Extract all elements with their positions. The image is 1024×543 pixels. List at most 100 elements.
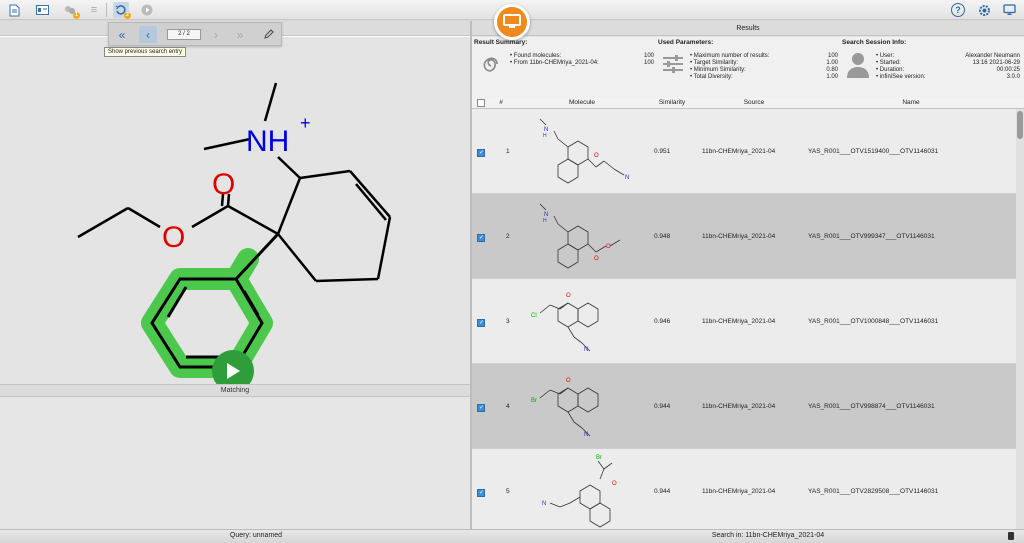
notification-icon[interactable] [1008,532,1014,540]
matching-header: Matching [0,384,470,397]
row-num: 4 [506,403,510,410]
row-name: YAS_R001___OTV999347___OTV1146031 [808,233,935,240]
svg-text:O: O [594,153,599,159]
session-title: Search Session Info: [842,39,907,46]
history-counter: 2 / 2 [167,29,201,40]
row-source: 11bn-CHEMriya_2021-04 [702,403,776,410]
query-molecule-drawing: O O NH + [77,82,392,378]
row-num: 2 [506,233,510,240]
svg-text:Br: Br [531,398,537,404]
session-started-label: Started: [876,60,901,66]
plus-charge-label: + [300,113,311,133]
row-source: 11bn-CHEMriya_2021-04 [702,488,776,495]
molecule-structure: Br O N [531,378,599,438]
session-version-label: infiniSee version: [876,74,925,80]
row-name: YAS_R001___OTV2829508___OTV1146031 [808,488,939,495]
query-panel: O O NH + Matching [0,21,470,529]
session-started-value: 13:16 2021-06-29 [972,60,1020,66]
scroll-thumb[interactable] [1017,111,1023,139]
query-editor[interactable]: O O NH + [0,37,470,404]
history-icon[interactable]: 2 [113,2,131,19]
from-label: From 11bn-CHEMriya_2021-04: [510,60,599,66]
user-avatar-icon [847,53,869,78]
session-duration-value: 00:00:25 [996,67,1020,73]
status-bar: Query: unnamed Search in: 11bn-CHEMriya_… [0,529,1024,543]
param-min-label: Minimum Similarity: [690,67,746,73]
session-user-value: Alexander Neumann [965,53,1020,59]
col-num-header[interactable]: # [494,99,508,106]
found-value: 100 [643,53,654,59]
results-scrollbar[interactable] [1016,109,1024,529]
param-target-value: 1.00 [826,60,838,66]
svg-text:N: N [584,347,588,353]
table-row[interactable]: 2 NH OO 0.948 11bn-CHEMriya_2021-04 YAS_… [472,194,1016,279]
history-nav-popup: « ‹ 2 / 2 › » [108,22,282,46]
row-name: YAS_R001___OTV1000848___OTV1146031 [808,318,939,325]
status-query: Query: unnamed [229,532,283,539]
session-user-label: User: [876,53,894,59]
svg-text:O: O [566,293,571,299]
session-version-value: 3.0.0 [1006,74,1020,80]
row-similarity: 0.944 [654,488,671,495]
display-icon[interactable] [1001,2,1017,18]
monitor-icon[interactable] [494,4,530,40]
matching-area [0,398,470,529]
play-circle-icon[interactable] [139,2,155,18]
oxygen-ester-label: O [162,221,185,254]
last-entry-button[interactable]: » [231,26,249,43]
select-all-checkbox[interactable] [477,99,485,107]
oxygen-carbonyl-label: O [212,168,235,201]
param-diversity-label: Total Diversity: [690,74,733,80]
param-target-label: Target Similarity: [690,60,738,66]
row-checkbox[interactable] [477,234,485,242]
help-icon[interactable]: ? [951,3,965,17]
svg-text:H: H [543,218,547,224]
param-diversity-value: 1.00 [826,74,838,80]
document-icon[interactable] [6,2,22,18]
row-checkbox[interactable] [477,149,485,157]
col-molecule-header[interactable]: Molecule [512,99,652,106]
list-icon[interactable]: ≡ [86,2,102,18]
svg-text:N: N [625,175,629,181]
first-entry-button[interactable]: « [113,26,131,43]
row-checkbox[interactable] [477,489,485,497]
galaxy-icon [483,57,498,72]
row-checkbox[interactable] [477,404,485,412]
settings-gear-icon[interactable] [976,2,992,18]
id-card-icon[interactable] [34,2,50,18]
session-duration-label: Duration: [876,67,904,73]
from-value: 100 [643,60,654,66]
results-panel: Results Result Summary: Found molecules:… [470,21,1024,529]
molecules-icon[interactable]: 1 [62,2,80,19]
col-similarity-header[interactable]: Similarity [644,99,700,106]
col-source-header[interactable]: Source [702,99,806,106]
svg-text:H: H [543,133,547,139]
status-search-in: Search in: 11bn-CHEMriya_2021-04 [711,532,825,539]
col-name-header[interactable]: Name [806,99,1016,106]
svg-text:O: O [606,244,611,250]
table-row[interactable]: 4 Br O N 0.944 11bn-CHEMriya_2021-04 YAS_… [472,364,1016,449]
found-label: Found molecules: [510,53,561,59]
results-grid: 1 N H O N 0.951 11bn-CHEMriya_2021-04 YAS_… [472,109,1016,529]
svg-text:N: N [584,432,588,438]
svg-text:Cl: Cl [531,313,537,319]
row-source: 11bn-CHEMriya_2021-04 [702,318,776,325]
tooltip: Show previous search entry [104,47,187,57]
row-similarity: 0.944 [654,403,671,410]
svg-text:O: O [612,481,617,487]
row-checkbox[interactable] [477,319,485,327]
table-row[interactable]: 5 Br O N 0.944 11bn-CHEMriya_2021-04 YAS_… [472,449,1016,529]
param-max-results-value: 100 [827,53,838,59]
previous-entry-button[interactable]: ‹ [139,26,157,43]
next-entry-button[interactable]: › [207,26,225,43]
table-row[interactable]: 1 NH ON 0.951 11bn-CHEMriya_2021-04 YAS_… [472,109,1016,194]
pencil-icon[interactable] [259,26,277,43]
count-badge-icon: 1 [73,12,80,19]
row-similarity: 0.946 [654,318,671,325]
table-row[interactable]: 3 Cl O N 0.946 11bn-CHEMriya_2021-04 YAS_… [472,279,1016,364]
ammonium-label: NH [246,125,289,158]
molecule-structure: Br O N [542,455,617,528]
row-similarity: 0.951 [654,148,671,155]
play-icon [227,363,240,379]
history-count-icon: 2 [124,12,131,19]
